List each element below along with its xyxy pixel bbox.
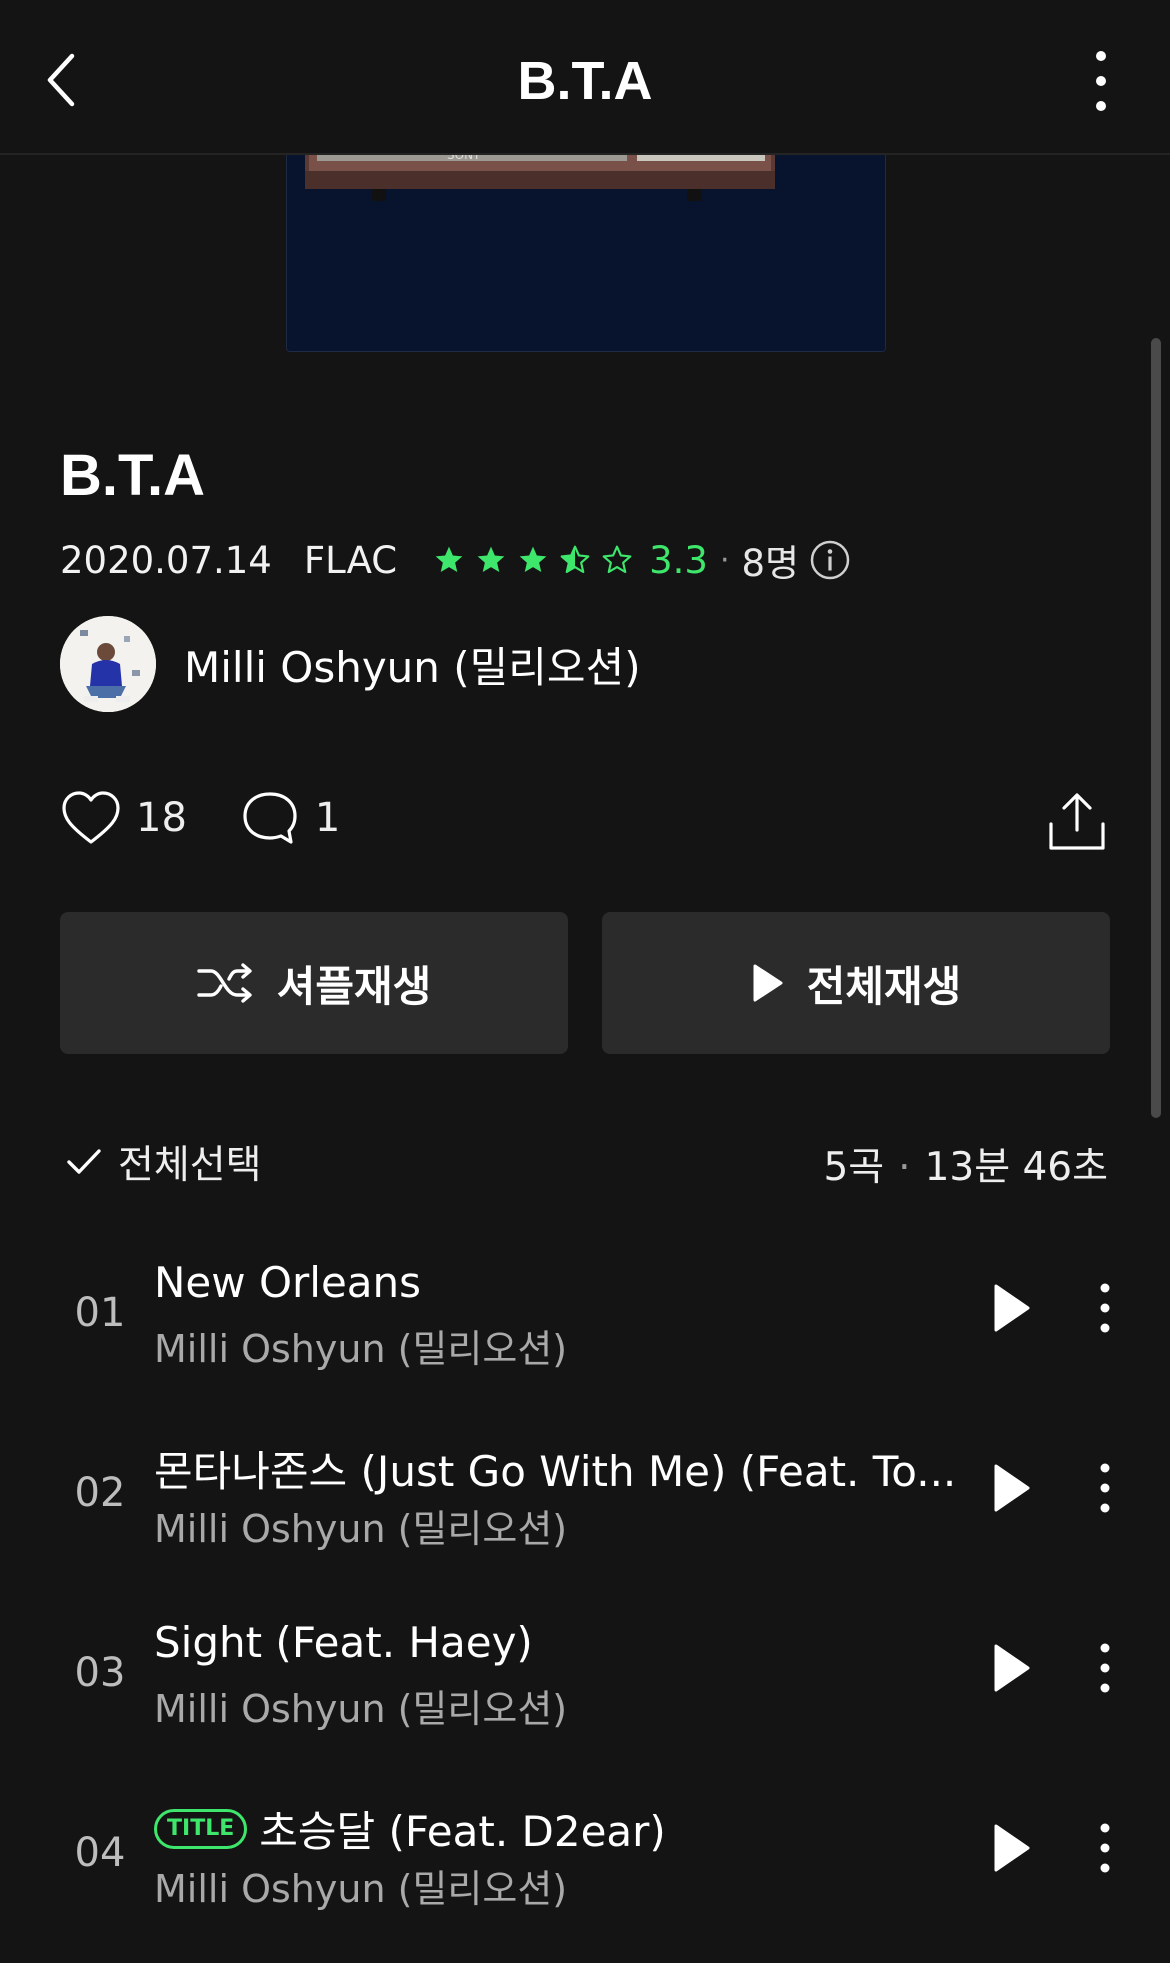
title-track-badge: TITLE: [154, 1808, 248, 1849]
page-title: B.T.A: [517, 51, 653, 111]
shuffle-play-button[interactable]: 셔플재생: [60, 912, 568, 1054]
more-options-icon[interactable]: [1080, 46, 1124, 116]
star-empty-icon: [602, 545, 632, 574]
select-all-toggle[interactable]: 전체선택: [64, 1134, 262, 1190]
info-icon[interactable]: [809, 539, 851, 581]
rating-count: 8명: [741, 542, 800, 585]
artist-avatar[interactable]: [60, 616, 156, 712]
artist-name: Milli Oshyun (밀리오션): [184, 642, 641, 692]
scrollbar[interactable]: [1151, 338, 1161, 1118]
track-title-text: 몬타나존스 (Just Go With Me) (Feat. To...: [154, 1447, 957, 1496]
rating-stars[interactable]: [433, 544, 643, 576]
track-row[interactable]: 01 New Orleans Milli Oshyun (밀리오션): [0, 1250, 1170, 1400]
album-meta-row: 2020.07.14 FLAC 3.3 · 8명: [60, 532, 851, 588]
shuffle-icon: [197, 963, 252, 1003]
track-title: TITLE 초승달 (Feat. D2ear): [154, 1798, 666, 1859]
play-icon: [753, 964, 783, 1002]
track-artist: Milli Oshyun (밀리오션): [154, 1867, 568, 1911]
star-full-icon: [519, 546, 547, 572]
track-title: Sight (Feat. Haey): [154, 1618, 533, 1667]
album-title: B.T.A: [60, 443, 205, 508]
comment-count: 1: [314, 795, 341, 841]
heart-icon[interactable]: [60, 790, 122, 846]
more-options-icon[interactable]: [1090, 1820, 1120, 1876]
track-artist: Milli Oshyun (밀리오션): [154, 1327, 568, 1371]
comment-button[interactable]: 1: [239, 790, 340, 846]
share-icon[interactable]: [1046, 790, 1108, 854]
more-options-icon[interactable]: [1090, 1280, 1120, 1336]
star-half-icon: [560, 545, 590, 574]
star-full-icon: [435, 546, 463, 572]
track-artist: Milli Oshyun (밀리오션): [154, 1687, 568, 1731]
release-date: 2020.07.14: [60, 538, 272, 582]
more-options-icon[interactable]: [1090, 1640, 1120, 1696]
audio-format: FLAC: [303, 538, 398, 582]
track-row[interactable]: 04 TITLE 초승달 (Feat. D2ear) Milli Oshyun …: [0, 1790, 1170, 1940]
more-options-icon[interactable]: [1090, 1460, 1120, 1516]
track-title: New Orleans: [154, 1258, 421, 1307]
checkmark-icon: [67, 1149, 101, 1174]
play-icon[interactable]: [992, 1282, 1032, 1334]
track-title: 몬타나존스 (Just Go With Me) (Feat. To...: [154, 1438, 956, 1499]
track-number: 04: [74, 1830, 126, 1876]
play-icon[interactable]: [992, 1462, 1032, 1514]
play-all-label: 전체재생: [806, 961, 962, 1011]
track-number: 02: [74, 1470, 126, 1516]
play-all-button[interactable]: 전체재생: [602, 912, 1110, 1054]
artist-link[interactable]: Milli Oshyun (밀리오션): [60, 616, 641, 712]
track-row[interactable]: 02 몬타나존스 (Just Go With Me) (Feat. To... …: [0, 1430, 1170, 1580]
play-icon[interactable]: [992, 1822, 1032, 1874]
shuffle-play-label: 셔플재생: [276, 961, 432, 1011]
social-actions: 18 1: [60, 790, 340, 846]
tracklist-summary: 5곡 · 13분 46초: [823, 1136, 1108, 1192]
track-number: 03: [74, 1650, 126, 1696]
track-number: 01: [74, 1290, 126, 1336]
track-row[interactable]: 03 Sight (Feat. Haey) Milli Oshyun (밀리오션…: [0, 1610, 1170, 1760]
top-navigation-bar: B.T.A: [0, 0, 1170, 155]
play-icon[interactable]: [992, 1642, 1032, 1694]
total-duration: 13분 46초: [924, 1145, 1108, 1190]
separator-dot: ·: [719, 542, 730, 578]
star-full-icon: [477, 546, 505, 572]
like-count: 18: [136, 795, 187, 841]
comment-bubble-icon: [243, 792, 297, 844]
song-count: 5곡: [823, 1145, 885, 1190]
track-artist: Milli Oshyun (밀리오션): [154, 1507, 568, 1551]
track-title-text: New Orleans: [154, 1258, 422, 1307]
track-title-text: 초승달 (Feat. D2ear): [259, 1807, 666, 1856]
separator-dot: ·: [898, 1145, 911, 1190]
select-all-label: 전체선택: [118, 1143, 262, 1188]
rating-score: 3.3: [649, 538, 708, 582]
track-title-text: Sight (Feat. Haey): [154, 1618, 533, 1667]
